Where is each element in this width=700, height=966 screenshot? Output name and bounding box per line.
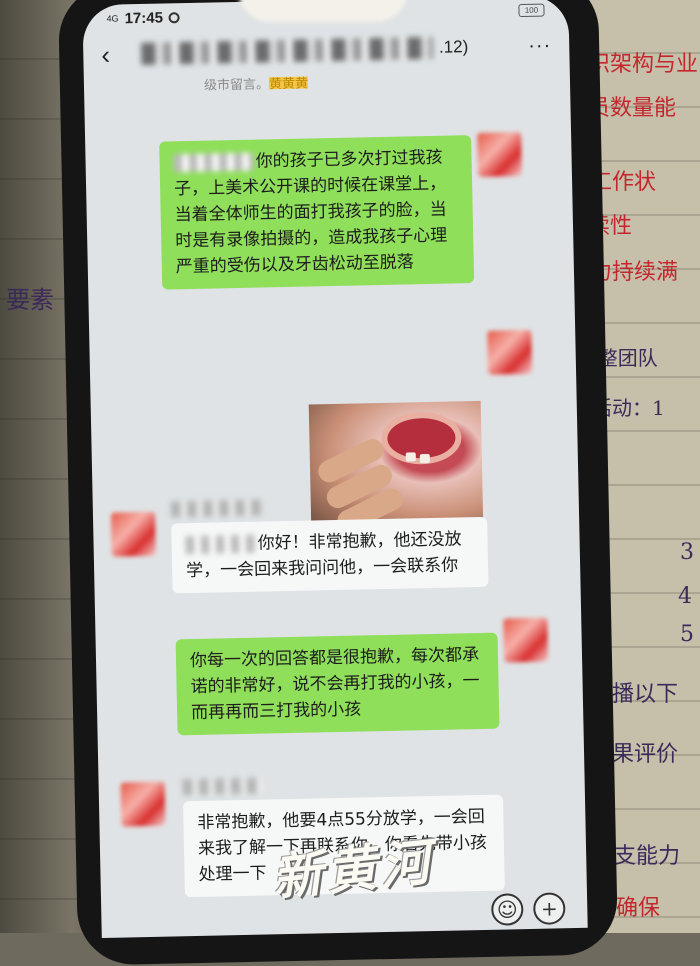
- signal-icon: 4G: [106, 12, 119, 24]
- message-photo[interactable]: [308, 400, 484, 531]
- notification-icon: [168, 11, 181, 23]
- phone-screen: 4G 17:45 100 ‹ .12) ··· 级市留言。黄黄黄 你的孩子已多次…: [82, 0, 588, 938]
- message-bubble-incoming[interactable]: 你好！非常抱歉，他还没放学，一会回来我问问他，一会联系你: [171, 516, 489, 594]
- input-toolbar: ☺ +: [490, 892, 566, 926]
- top-glare: [238, 0, 408, 22]
- more-icon[interactable]: ···: [528, 34, 551, 57]
- handwritten-note: 5: [680, 622, 694, 647]
- avatar[interactable]: [120, 781, 166, 827]
- handwritten-note: 支能力: [614, 844, 681, 869]
- sender-name-blurred: [182, 777, 263, 796]
- redacted-text: [185, 534, 256, 555]
- handwritten-note: 4: [678, 584, 692, 609]
- emoji-icon[interactable]: ☺: [490, 893, 524, 926]
- battery-icon: 100: [518, 3, 545, 17]
- photo-tooth: [405, 452, 416, 462]
- handwritten-note: 果评价: [612, 742, 679, 767]
- handwritten-note-left: 要素: [6, 286, 54, 314]
- avatar[interactable]: [477, 132, 522, 177]
- sender-name-blurred: [170, 499, 262, 518]
- avatar[interactable]: [110, 511, 156, 557]
- handwritten-note: 播以下: [612, 682, 679, 707]
- chat-title-blurred: [141, 36, 434, 65]
- message-text: 你每一次的回答都是很抱歉，每次都承诺的非常好，说不会再打我的小孩，一而再再而三打…: [189, 645, 480, 724]
- handwritten-note: 3: [680, 540, 694, 565]
- avatar[interactable]: [487, 329, 533, 375]
- previous-message-text: 级市留言。: [203, 77, 270, 91]
- handwritten-note: 确保: [616, 896, 661, 921]
- redacted-text: [173, 152, 254, 173]
- previous-message-emoji: 黄黄黄: [268, 76, 309, 91]
- photo-tooth: [419, 454, 430, 464]
- message-bubble-outgoing[interactable]: 你每一次的回答都是很抱歉，每次都承诺的非常好，说不会再打我的小孩，一而再再而三打…: [175, 632, 500, 736]
- avatar[interactable]: [503, 617, 549, 663]
- status-time: 17:45: [124, 9, 164, 27]
- message-bubble-outgoing[interactable]: 你的孩子已多次打过我孩子，上美术公开课的时候在课堂上，当着全体师生的面打我孩子的…: [159, 135, 475, 290]
- plus-icon[interactable]: +: [532, 892, 566, 925]
- chat-member-count: .12): [438, 37, 469, 57]
- back-icon[interactable]: ‹: [101, 38, 142, 70]
- chat-header: ‹ .12) ···: [83, 23, 570, 77]
